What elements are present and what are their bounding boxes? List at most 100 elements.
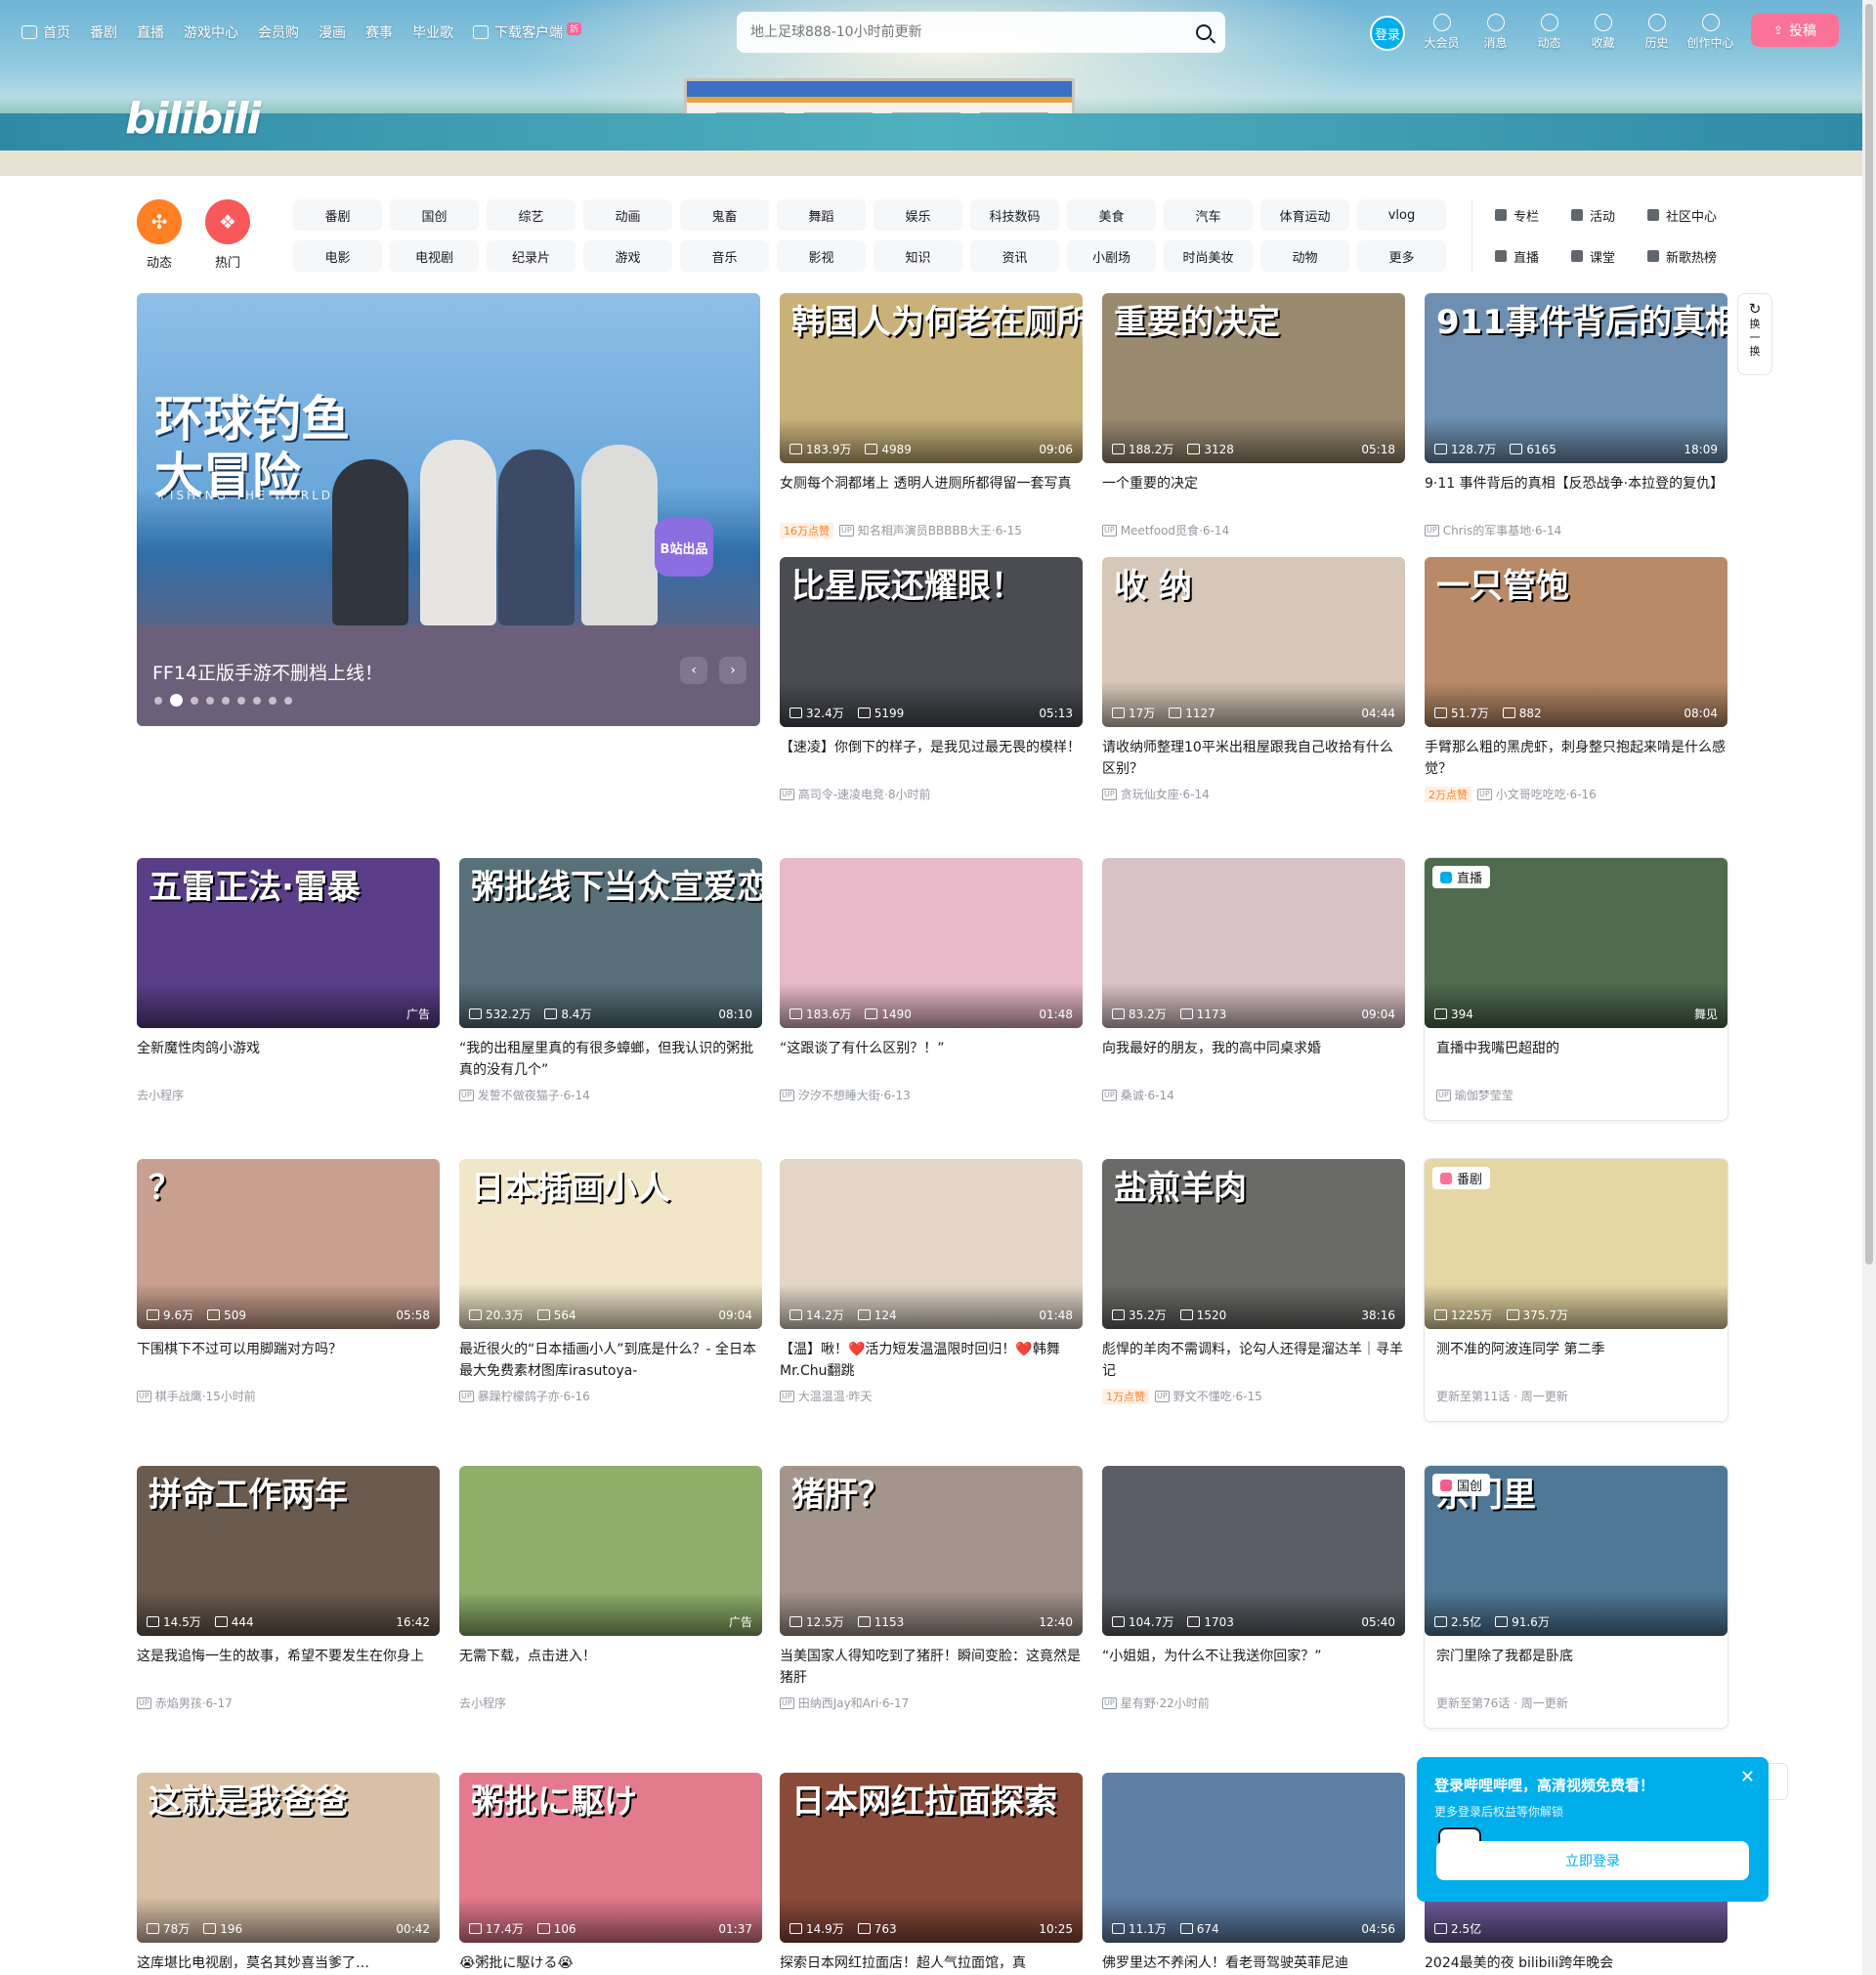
popup-login-button[interactable]: 立即登录	[1436, 1841, 1749, 1880]
channel-19[interactable]: 资讯	[970, 240, 1059, 272]
refresh-button[interactable]: ↻ 换 一 换	[1737, 293, 1772, 375]
video-card[interactable]: 183.6万 1490 01:48 “这跟谈了有什么区别？！” UP 汐汐不想睡大街 · …	[780, 858, 1083, 1103]
video-title[interactable]: 佛罗里达不养闲人！看老哥驾驶英菲尼迪	[1102, 1953, 1405, 1975]
carousel-dot[interactable]	[206, 696, 214, 705]
right-nav-item[interactable]: 历史	[1630, 14, 1684, 51]
uploader-name[interactable]: 桑诚	[1121, 1087, 1144, 1103]
channel-18[interactable]: 知识	[874, 240, 962, 272]
top-nav-item[interactable]: 赛事	[365, 22, 393, 42]
top-nav-item[interactable]: 番剧	[90, 22, 117, 42]
uploader-name[interactable]: Meetfood觅食	[1121, 522, 1199, 538]
video-title[interactable]: 彪悍的羊肉不需调料，论勾人还得是溜达羊｜寻羊记	[1102, 1339, 1405, 1382]
channel-14[interactable]: 纪录片	[487, 240, 576, 272]
login-avatar-button[interactable]: 登录	[1370, 16, 1405, 51]
video-card[interactable]: 拼命工作两年 14.5万 444 16:42 这是我追悔一生的故事，希望不要发生在你身上…	[137, 1466, 440, 1711]
uploader-name[interactable]: 汐汐不想睡大街	[798, 1087, 880, 1103]
video-card[interactable]: 83.2万 1173 09:04 向我最好的朋友，我的高中同桌求婚 UP 桑诚 · 6-1…	[1102, 858, 1405, 1103]
video-thumbnail[interactable]: 拼命工作两年 14.5万 444 16:42	[137, 1466, 440, 1636]
channel-12[interactable]: 电影	[293, 240, 382, 272]
top-nav-item[interactable]: 游戏中心	[184, 22, 238, 42]
video-title[interactable]: 手臂那么粗的黑虎虾，刺身整只抱起来啃是什么感觉？	[1425, 737, 1727, 780]
video-thumbnail[interactable]: 比星辰还耀眼！ 32.4万 5199 05:13	[780, 557, 1083, 727]
channel-16[interactable]: 音乐	[680, 240, 769, 272]
video-title[interactable]: “我的出租屋里真的有很多蟑螂，但我认识的粥批真的没有几个”	[459, 1038, 762, 1081]
video-thumbnail[interactable]: 收 纳 17万 1127 04:44	[1102, 557, 1405, 727]
video-card[interactable]: 911事件背后的真相 128.7万 6165 18:09 9·11 事件背后的真相【反恐…	[1425, 293, 1727, 538]
video-thumbnail[interactable]: 五雷正法·雷暴 广告	[137, 858, 440, 1028]
video-card[interactable]: 盐煎羊肉 35.2万 1520 38:16 彪悍的羊肉不需调料，论勾人还得是溜达羊｜寻羊…	[1102, 1159, 1405, 1404]
close-icon[interactable]: ✕	[1740, 1769, 1755, 1786]
channel-21[interactable]: 时尚美妆	[1164, 240, 1253, 272]
top-nav-item[interactable]: 毕业歌	[412, 22, 453, 42]
video-thumbnail[interactable]: 直播 394 舞见	[1425, 858, 1727, 1028]
uploader-name[interactable]: 暴躁柠檬鸽子亦	[478, 1388, 560, 1404]
hot-channel-button[interactable]: ❖	[205, 199, 250, 244]
channel-22[interactable]: 动物	[1260, 240, 1349, 272]
channel-13[interactable]: 电视剧	[390, 240, 479, 272]
scrollbar-thumb[interactable]	[1865, 4, 1873, 1265]
uploader-name[interactable]: 星有野	[1121, 1695, 1156, 1711]
video-title[interactable]: 这库堪比电视剧，莫名其妙喜当爹了…	[137, 1953, 440, 1975]
video-thumbnail[interactable]: 183.6万 1490 01:48	[780, 858, 1083, 1028]
channel-17[interactable]: 影视	[777, 240, 866, 272]
video-card[interactable]: 104.7万 1703 05:40 “小姐姐，为什么不让我送你回家？” UP 星有野 · …	[1102, 1466, 1405, 1711]
upload-button[interactable]: ⇪ 投稿	[1751, 14, 1839, 47]
top-nav-item[interactable]: 会员购	[258, 22, 299, 42]
carousel-dot[interactable]	[191, 696, 198, 705]
video-title[interactable]: 当美国家人得知吃到了猪肝！瞬间变脸：这竟然是猪肝	[780, 1646, 1083, 1689]
uploader-name[interactable]: 去小程序	[459, 1695, 506, 1711]
right-nav-item[interactable]: 动态	[1522, 14, 1576, 51]
video-thumbnail[interactable]: 日本网红拉面探索 14.9万 763 10:25	[780, 1773, 1083, 1943]
video-thumbnail[interactable]: 重要的决定 188.2万 3128 05:18	[1102, 293, 1405, 463]
video-thumbnail[interactable]: 104.7万 1703 05:40	[1102, 1466, 1405, 1636]
channel-11[interactable]: vlog	[1357, 199, 1446, 231]
dynamic-channel-button[interactable]: ✣	[137, 199, 182, 244]
video-card[interactable]: 粥批线下当众宣爱恋 532.2万 8.4万 08:10 “我的出租屋里真的有很多蟑螂，但…	[459, 858, 762, 1103]
channel-4[interactable]: 鬼畜	[680, 199, 769, 231]
video-title[interactable]: 无需下载，点击进入！	[459, 1646, 762, 1689]
video-title[interactable]: 😭粥批に駆ける😭	[459, 1953, 762, 1975]
right-nav-item[interactable]: 创作中心	[1684, 14, 1737, 51]
featured-carousel[interactable]: 环球钓鱼大冒险 FISHING THE WORLD B站出品 FF14正版手游不…	[137, 293, 760, 726]
uploader-name[interactable]: 知名相声演员BBBBB大王	[858, 522, 992, 538]
video-thumbnail[interactable]: ？ 9.6万 509 05:58	[137, 1159, 440, 1329]
video-thumbnail[interactable]: 番剧 1225万 375.7万	[1425, 1159, 1727, 1329]
channel-2[interactable]: 综艺	[487, 199, 576, 231]
video-card[interactable]: 番剧 1225万 375.7万 测不准的阿波连同学 第二季 更新至第11话 · 周一更新	[1425, 1159, 1727, 1403]
video-card[interactable]: 这就是我爸爸 78万 196 00:42 这库堪比电视剧，莫名其妙喜当爹了…	[137, 1773, 440, 1975]
video-thumbnail[interactable]: 猪肝？ 12.5万 1153 12:40	[780, 1466, 1083, 1636]
video-card[interactable]: 一只管饱 51.7万 882 08:04 手臂那么粗的黑虎虾，刺身整只抱起来啃是什么感觉…	[1425, 557, 1727, 802]
video-card[interactable]: 11.1万 674 04:56 佛罗里达不养闲人！看老哥驾驶英菲尼迪	[1102, 1773, 1405, 1975]
top-nav-item[interactable]: 首页	[21, 22, 70, 42]
top-nav-item[interactable]: 直播	[137, 22, 164, 42]
video-card[interactable]: 宗门里国创2.5亿91.6万宗门里除了我都是卧底更新至第76话 · 周一更新	[1425, 1466, 1727, 1710]
carousel-prev-button[interactable]: ‹	[680, 657, 707, 684]
video-card[interactable]: 五雷正法·雷暴 广告 全新魔性肉鸽小游戏 去小程序	[137, 858, 440, 1103]
video-thumbnail[interactable]: 粥批に駆け 17.4万 106 01:37	[459, 1773, 762, 1943]
channel-link[interactable]: 活动	[1571, 199, 1647, 231]
uploader-name[interactable]: 发誓不做夜猫子	[478, 1087, 560, 1103]
video-title[interactable]: 2024最美的夜 bilibili跨年晚会	[1425, 1953, 1727, 1975]
video-card[interactable]: 重要的决定 188.2万 3128 05:18 一个重要的决定 UP Meetfood觅食 …	[1102, 293, 1405, 538]
video-card[interactable]: 收 纳 17万 1127 04:44 请收纳师整理10平米出租屋跟我自己收拾有什么区别？…	[1102, 557, 1405, 802]
uploader-name[interactable]: 棋手战鹰	[155, 1388, 202, 1404]
video-card[interactable]: 韩国人为何老在厕所偷拍 183.9万 4989 09:06 女厕每个洞都堵上 透明人进厕…	[780, 293, 1083, 538]
video-title[interactable]: 9·11 事件背后的真相【反恐战争·本拉登的复仇】	[1425, 473, 1727, 516]
carousel-dot[interactable]	[222, 696, 230, 705]
video-title[interactable]: 请收纳师整理10平米出租屋跟我自己收拾有什么区别？	[1102, 737, 1405, 780]
channel-link[interactable]: 课堂	[1571, 240, 1647, 272]
uploader-name[interactable]: 贪玩仙女座	[1121, 786, 1179, 802]
video-card[interactable]: 日本插画小人 20.3万 564 09:04 最近很火的“日本插画小人”到底是什么？- …	[459, 1159, 762, 1404]
video-card[interactable]: 直播 394 舞见 直播中我嘴巴超甜的 UP 瑜伽梦莹莹	[1425, 858, 1727, 1102]
uploader-name[interactable]: Chris的军事基地	[1443, 522, 1532, 538]
channel-3[interactable]: 动画	[583, 199, 672, 231]
video-title[interactable]: 【温】啾！❤️活力短发温温限时回归！❤️韩舞Mr.Chu翻跳	[780, 1339, 1083, 1382]
video-title[interactable]: 探索日本网红拉面店！超人气拉面馆，真	[780, 1953, 1083, 1975]
video-card[interactable]: 日本网红拉面探索 14.9万 763 10:25 探索日本网红拉面店！超人气拉面馆，真	[780, 1773, 1083, 1975]
channel-link[interactable]: 社区中心	[1647, 199, 1745, 231]
top-nav-item[interactable]: 漫画	[319, 22, 346, 42]
video-card[interactable]: 广告 无需下载，点击进入！ 去小程序	[459, 1466, 762, 1711]
video-thumbnail[interactable]: 日本插画小人 20.3万 564 09:04	[459, 1159, 762, 1329]
right-nav-item[interactable]: 消息	[1469, 14, 1522, 51]
channel-link[interactable]: 新歌热榜	[1647, 240, 1745, 272]
